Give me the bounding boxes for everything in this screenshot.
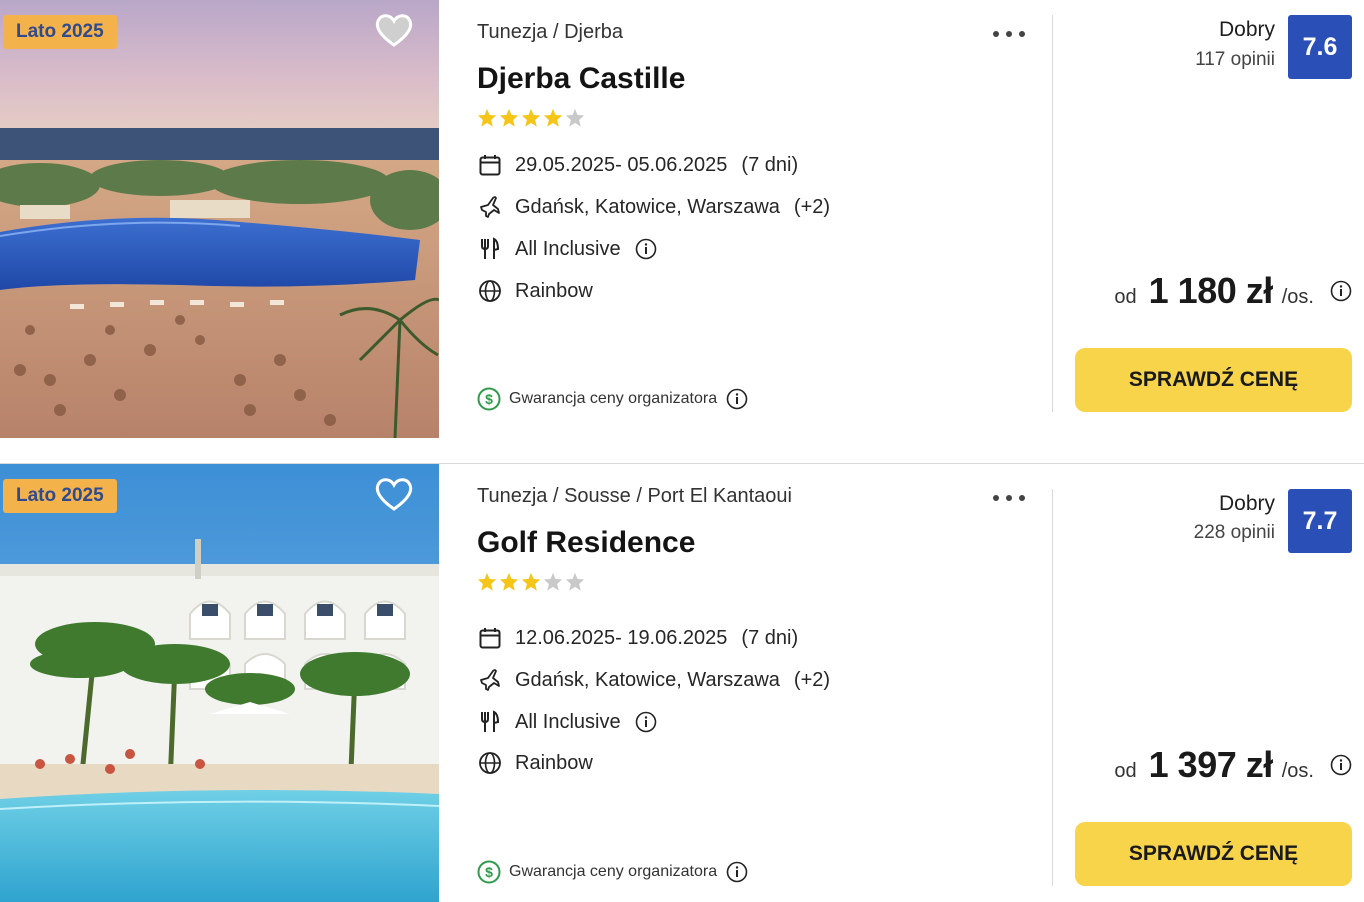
operator-row: Rainbow xyxy=(477,750,593,776)
column-divider xyxy=(1052,15,1053,412)
dollar-circle-icon: $ xyxy=(477,860,501,884)
star-icon xyxy=(543,108,563,127)
board-text: All Inclusive xyxy=(515,710,621,733)
duration-text: (7 dni) xyxy=(741,153,799,176)
globe-icon xyxy=(477,278,503,304)
rating-count[interactable]: 117 opinii xyxy=(1195,49,1275,71)
svg-text:$: $ xyxy=(485,391,493,407)
price-prefix: od xyxy=(1114,286,1137,308)
star-icon xyxy=(499,108,519,127)
dates-row: 29.05.2025- 05.06.2025 (7 dni) xyxy=(477,152,798,178)
more-dots-icon[interactable] xyxy=(992,491,1026,505)
info-icon[interactable] xyxy=(1330,754,1352,776)
hotel-photo[interactable]: Lato 2025 xyxy=(0,464,439,902)
departures-extra[interactable]: (+2) xyxy=(794,669,830,692)
star-icon xyxy=(565,108,585,127)
check-price-button[interactable]: SPRAWDŹ CENĘ xyxy=(1075,348,1352,412)
price-amount: 1 180 zł xyxy=(1148,270,1274,311)
dates-text: 29.05.2025- 05.06.2025 xyxy=(515,153,728,176)
star-icon xyxy=(477,108,497,127)
svg-text:$: $ xyxy=(485,864,493,880)
info-icon[interactable] xyxy=(635,711,657,733)
globe-icon xyxy=(477,750,503,776)
offer-details: Tunezja / Djerba Djerba Castille 29.05.2… xyxy=(477,0,1037,438)
cutlery-icon xyxy=(477,236,503,262)
star-rating xyxy=(477,108,587,127)
guarantee-text: Gwarancja ceny organizatora xyxy=(509,863,718,880)
plane-icon xyxy=(477,194,503,220)
offer-details: Tunezja / Sousse / Port El Kantaoui Golf… xyxy=(477,464,1037,902)
departures-extra[interactable]: (+2) xyxy=(794,196,830,219)
star-icon xyxy=(521,572,541,591)
star-icon xyxy=(543,572,563,591)
more-dots-icon[interactable] xyxy=(992,27,1026,41)
price-guarantee: $ Gwarancja ceny organizatora xyxy=(477,860,748,884)
departures-row: Gdańsk, Katowice, Warszawa (+2) xyxy=(477,667,830,693)
price-prefix: od xyxy=(1114,760,1137,782)
season-badge: Lato 2025 xyxy=(3,479,117,513)
rating-count[interactable]: 228 opinii xyxy=(1194,522,1275,544)
rating-label: Dobry xyxy=(1218,492,1275,515)
hotel-photo-image xyxy=(0,0,439,438)
star-icon xyxy=(565,572,585,591)
price-block: od 1 180 zł /os. xyxy=(1114,270,1352,312)
price-block: od 1 397 zł /os. xyxy=(1114,744,1352,786)
hotel-name[interactable]: Djerba Castille xyxy=(477,62,685,96)
dates-row: 12.06.2025- 19.06.2025 (7 dni) xyxy=(477,625,798,651)
star-icon xyxy=(499,572,519,591)
plane-icon xyxy=(477,667,503,693)
departures-row: Gdańsk, Katowice, Warszawa (+2) xyxy=(477,194,830,220)
location-breadcrumb[interactable]: Tunezja / Djerba xyxy=(477,21,623,44)
operator-text: Rainbow xyxy=(515,751,593,774)
info-icon[interactable] xyxy=(726,388,748,410)
calendar-icon xyxy=(477,152,503,178)
heart-icon[interactable] xyxy=(374,476,414,512)
star-icon xyxy=(477,572,497,591)
info-icon[interactable] xyxy=(726,861,748,883)
dollar-circle-icon: $ xyxy=(477,387,501,411)
price-amount: 1 397 zł xyxy=(1148,744,1274,785)
score-badge: 7.6 xyxy=(1288,15,1352,79)
location-breadcrumb[interactable]: Tunezja / Sousse / Port El Kantaoui xyxy=(477,485,792,508)
hotel-photo[interactable]: Lato 2025 xyxy=(0,0,439,438)
star-rating xyxy=(477,572,587,591)
departures-text: Gdańsk, Katowice, Warszawa xyxy=(515,195,780,218)
board-text: All Inclusive xyxy=(515,237,621,260)
rating-label: Dobry xyxy=(1218,18,1275,41)
info-icon[interactable] xyxy=(1330,280,1352,302)
board-row: All Inclusive xyxy=(477,236,657,262)
hotel-photo-image xyxy=(0,464,439,902)
info-icon[interactable] xyxy=(635,238,657,260)
offer-card[interactable]: Lato 2025 Tunezja / Djerba Djerba Castil… xyxy=(0,0,1364,438)
cutlery-icon xyxy=(477,709,503,735)
departures-text: Gdańsk, Katowice, Warszawa xyxy=(515,668,780,691)
duration-text: (7 dni) xyxy=(741,626,799,649)
column-divider xyxy=(1052,489,1053,886)
check-price-button[interactable]: SPRAWDŹ CENĘ xyxy=(1075,822,1352,886)
season-badge: Lato 2025 xyxy=(3,15,117,49)
operator-text: Rainbow xyxy=(515,279,593,302)
guarantee-text: Gwarancja ceny organizatora xyxy=(509,390,718,407)
star-icon xyxy=(521,108,541,127)
price-suffix: /os. xyxy=(1281,286,1314,308)
price-suffix: /os. xyxy=(1281,760,1314,782)
calendar-icon xyxy=(477,625,503,651)
score-badge: 7.7 xyxy=(1288,489,1352,553)
offer-card[interactable]: Lato 2025 Tunezja / Sousse / Port El Kan… xyxy=(0,464,1364,902)
board-row: All Inclusive xyxy=(477,709,657,735)
heart-icon[interactable] xyxy=(374,12,414,48)
dates-text: 12.06.2025- 19.06.2025 xyxy=(515,626,728,649)
operator-row: Rainbow xyxy=(477,278,593,304)
hotel-name[interactable]: Golf Residence xyxy=(477,526,695,560)
price-guarantee: $ Gwarancja ceny organizatora xyxy=(477,387,748,411)
